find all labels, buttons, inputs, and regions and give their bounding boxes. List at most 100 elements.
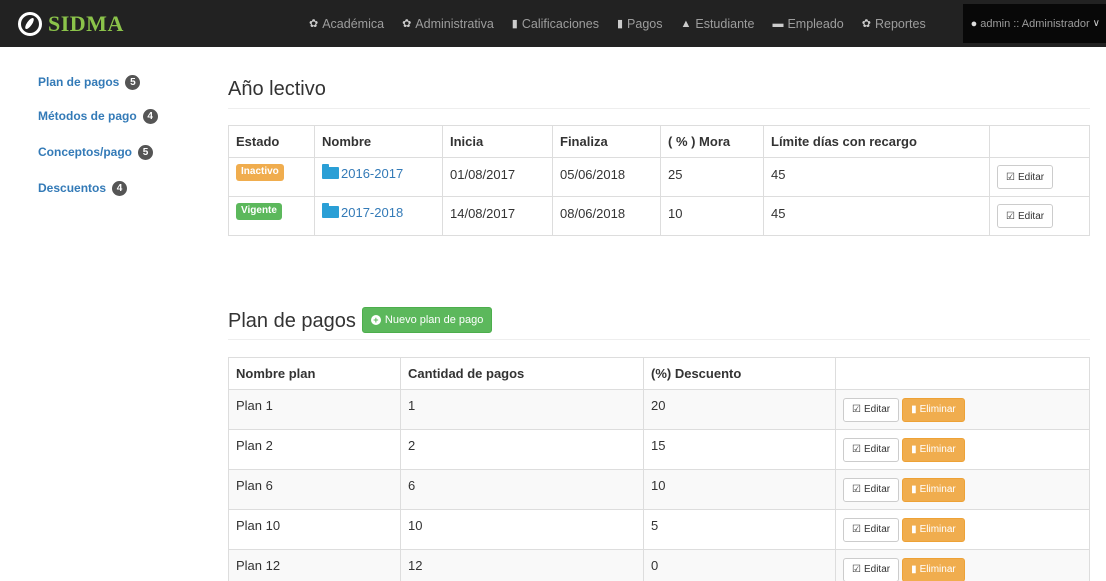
new-payment-plan-button[interactable]: + Nuevo plan de pago	[361, 306, 493, 333]
nav-item-empleado[interactable]: ▬ Empleado	[763, 0, 852, 47]
edit-icon: ☑	[852, 524, 861, 535]
edit-label: Editar	[863, 524, 891, 535]
user-menu[interactable]: ● admin :: Administrador ∨	[962, 4, 1106, 43]
delete-button[interactable]: ▮ Eliminar	[902, 477, 965, 502]
year-link[interactable]: 2016-2017	[322, 164, 403, 181]
plan-section-title: Plan de pagos	[228, 310, 356, 332]
nav-item-pagos[interactable]: ▮ Pagos	[608, 0, 672, 47]
plus-circle-icon: +	[370, 314, 381, 325]
discount-value: 5	[651, 518, 659, 533]
sidebar-item-label: Plan de pagos	[38, 75, 120, 89]
nav-item-label: Académica	[322, 16, 385, 31]
column-header: Estado	[228, 125, 315, 158]
discount-cell: 0	[643, 549, 836, 581]
table-header-row: Estado Nombre Inicia Finaliza ( % ) Mora…	[228, 125, 1090, 158]
actions-cell: ☑ Editar ▮ Eliminar	[835, 469, 1090, 510]
status-cell: Inactivo	[228, 157, 315, 197]
table-row: Inactivo 2016-2017 01/08/2017 05/06/2018…	[228, 157, 1090, 197]
sidebar-item-metodos-de-pago[interactable]: Métodos de pago 4	[38, 104, 158, 128]
brand-logo-icon	[18, 12, 42, 36]
count-badge: 5	[125, 74, 141, 90]
start-date: 01/08/2017	[450, 166, 516, 182]
payments-count: 6	[408, 478, 416, 493]
nav-item-calificaciones[interactable]: ▮ Calificaciones	[503, 0, 608, 47]
payments-count: 12	[408, 558, 423, 573]
delete-label: Eliminar	[919, 484, 956, 495]
edit-icon: ☑	[852, 444, 861, 455]
discount-cell: 5	[643, 509, 836, 550]
actions-cell: ☑ Editar ▮ Eliminar	[835, 549, 1090, 581]
top-navbar: SIDMA ✿ Académica ✿ Administrativa ▮ Califi…	[0, 0, 1106, 47]
payments-cell: 2	[400, 429, 644, 470]
payments-count: 2	[408, 438, 416, 453]
nav-item-administrativa[interactable]: ✿ Administrativa	[393, 0, 503, 47]
delete-button[interactable]: ▮ Eliminar	[902, 397, 965, 422]
plan-name-cell: Plan 6	[228, 469, 401, 510]
folder-open-icon	[322, 203, 339, 219]
sidebar-item-conceptos-pago[interactable]: Conceptos/pago 5	[38, 140, 158, 164]
edit-icon: ☑	[1006, 171, 1015, 183]
column-header: Nombre plan	[228, 357, 401, 390]
column-header: ( % ) Mora	[660, 125, 764, 158]
nav-item-label: Administrativa	[415, 16, 494, 31]
edit-button[interactable]: ☑ Editar	[843, 437, 900, 462]
payments-count: 10	[408, 518, 423, 533]
trash-icon: ▮	[911, 524, 917, 535]
trash-icon: ▮	[911, 404, 917, 415]
status-cell: Vigente	[228, 196, 315, 236]
new-plan-label: Nuevo plan de pago	[384, 313, 484, 326]
payments-cell: 1	[400, 389, 644, 430]
delete-label: Eliminar	[919, 564, 956, 575]
payment-plans-section: Plan de pagos + Nuevo plan de pago Nombre…	[228, 304, 1090, 581]
plan-name-cell: Plan 12	[228, 549, 401, 581]
delete-label: Eliminar	[919, 444, 956, 455]
sidebar-item-label: Métodos de pago	[38, 109, 137, 123]
nav-item-label: Estudiante	[695, 16, 755, 31]
sidebar-item-label: Descuentos	[38, 181, 107, 195]
delete-button[interactable]: ▮ Eliminar	[902, 517, 965, 542]
sidebar-item-label: Conceptos/pago	[38, 145, 133, 159]
edit-label: Editar	[863, 444, 891, 455]
table-row: Plan 10 10 5 ☑ Editar ▮ Eliminar	[228, 509, 1090, 550]
folder-open-icon	[322, 164, 339, 180]
limit-cell: 45	[763, 157, 990, 197]
user-menu-label: admin :: Administrador	[980, 17, 1090, 30]
delete-button[interactable]: ▮ Eliminar	[902, 557, 965, 581]
column-header: Nombre	[314, 125, 443, 158]
nav-item-reportes[interactable]: ✿ Reportes	[853, 0, 935, 47]
mora-cell: 25	[660, 157, 764, 197]
year-section-title: Año lectivo	[228, 70, 1090, 109]
nav-item-label: Reportes	[874, 16, 926, 31]
edit-button[interactable]: ☑ Editar	[843, 517, 900, 542]
sidebar-item-plan-de-pagos[interactable]: Plan de pagos 5	[38, 70, 158, 94]
file-icon: ▮	[511, 18, 518, 30]
name-cell: 2017-2018	[314, 196, 443, 236]
payments-cell: 6	[400, 469, 644, 510]
delete-button[interactable]: ▮ Eliminar	[902, 437, 965, 462]
edit-icon: ☑	[852, 484, 861, 495]
edit-button[interactable]: ☑ Editar	[843, 477, 900, 502]
delete-label: Eliminar	[919, 524, 956, 535]
status-badge: Vigente	[236, 202, 282, 220]
year-link[interactable]: 2017-2018	[322, 203, 404, 220]
nav-item-estudiante[interactable]: ▲ Estudiante	[671, 0, 763, 47]
end-cell: 08/06/2018	[552, 196, 661, 236]
sidebar-item-descuentos[interactable]: Descuentos 4	[38, 176, 158, 200]
payments-cell: 12	[400, 549, 644, 581]
actions-cell: ☑ Editar ▮ Eliminar	[835, 509, 1090, 550]
edit-button[interactable]: ☑ Editar	[843, 397, 900, 422]
edit-icon: ☑	[1006, 210, 1015, 222]
year-name: 2017-2018	[341, 204, 404, 220]
edit-button[interactable]: ☑ Editar	[997, 165, 1054, 189]
actions-cell: ☑ Editar ▮ Eliminar	[835, 389, 1090, 430]
folder-icon: ▬	[772, 17, 784, 30]
edit-button[interactable]: ☑ Editar	[843, 557, 900, 581]
plan-name: Plan 6	[236, 478, 273, 493]
count-badge: 5	[138, 144, 154, 160]
limit-cell: 45	[763, 196, 990, 236]
nav-item-academica[interactable]: ✿ Académica	[300, 0, 393, 47]
edit-button[interactable]: ☑ Editar	[997, 204, 1054, 228]
plan-name-cell: Plan 10	[228, 509, 401, 550]
brand[interactable]: SIDMA	[18, 10, 124, 38]
payment-plans-table: Nombre plan Cantidad de pagos (%) Descue…	[228, 357, 1090, 581]
